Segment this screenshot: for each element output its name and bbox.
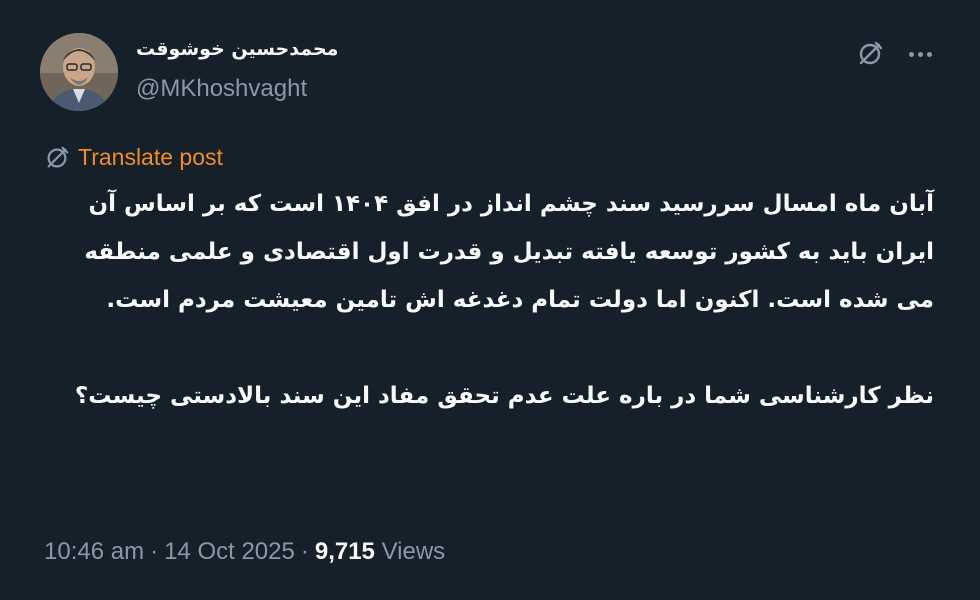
- post-time[interactable]: 10:46 am: [44, 538, 144, 565]
- translate-post-label: Translate post: [78, 144, 223, 170]
- post-meta: 10:46 am · 14 Oct 2025 · 9,715 Views: [44, 538, 445, 566]
- avatar[interactable]: [40, 33, 118, 111]
- post-date[interactable]: 14 Oct 2025: [164, 538, 295, 565]
- views-count: 9,715: [314, 538, 375, 565]
- separator: ·: [300, 538, 309, 565]
- author-handle[interactable]: @MKhoshvaght: [136, 75, 307, 103]
- more-icon[interactable]: [902, 36, 938, 72]
- post-paragraph-2: نظر کارشناسی شما در باره علت عدم تحقق مف…: [74, 383, 934, 409]
- translate-icon: [47, 146, 69, 167]
- translate-icon[interactable]: [852, 36, 888, 72]
- views-label: Views: [381, 538, 446, 565]
- translate-post-button[interactable]: Translate post: [44, 144, 223, 171]
- separator: ·: [150, 538, 159, 565]
- author-name[interactable]: محمدحسین خوشوقت: [136, 38, 338, 60]
- tweet: محمدحسین خوشوقت @MKhoshvaght Translate p…: [0, 0, 980, 600]
- post-body: آبان ماه امسال سررسید سند چشم انداز در ا…: [44, 180, 934, 420]
- post-paragraph-1: آبان ماه امسال سررسید سند چشم انداز در ا…: [84, 191, 934, 313]
